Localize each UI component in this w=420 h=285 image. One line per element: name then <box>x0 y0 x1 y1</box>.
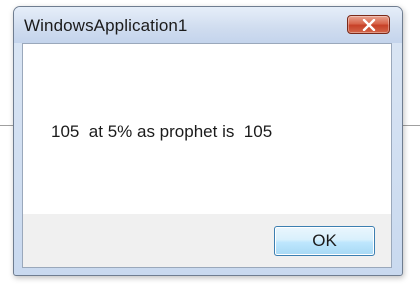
screen: WindowsApplication1 105 at 5% as prophet… <box>0 0 420 285</box>
message-box-dialog: WindowsApplication1 105 at 5% as prophet… <box>13 6 403 276</box>
dialog-client-area: 105 at 5% as prophet is 105 OK <box>22 43 392 268</box>
message-text: 105 at 5% as prophet is 105 <box>51 122 273 141</box>
close-button[interactable] <box>347 15 390 34</box>
title-bar[interactable]: WindowsApplication1 <box>14 7 402 43</box>
message-area: 105 at 5% as prophet is 105 <box>23 44 391 214</box>
close-icon <box>362 19 376 31</box>
button-bar: OK <box>23 214 391 267</box>
window-title: WindowsApplication1 <box>24 16 188 35</box>
ok-button[interactable]: OK <box>274 226 375 256</box>
